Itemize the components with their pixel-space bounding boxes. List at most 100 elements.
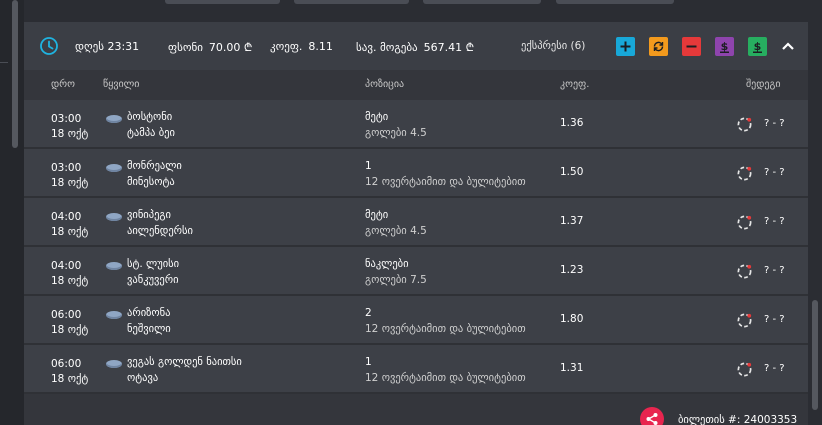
header-result: შედეგი [746,79,781,90]
share-icon [646,413,658,425]
event-time: 06:00 18 ოქტ [51,357,88,387]
pick: 1 [365,160,372,172]
away-team: ნეშვილი [127,323,171,335]
score: ? - ? [764,363,785,374]
possible-win: სავ. მოგება 567.41 ₾ [356,40,474,55]
pending-status-icon [737,264,752,279]
pending-status-icon [737,313,752,328]
time: 06:00 [51,309,82,321]
left-scroll-thumb[interactable] [12,0,18,148]
share-button[interactable] [640,407,664,425]
plus-icon [620,41,631,52]
market: 12 ოვერტაიმით და ბულიტებით [365,323,526,335]
time: 03:00 [51,113,82,125]
top-button[interactable] [423,0,541,4]
event-teams[interactable]: ვეგას გოლდენ ნაითსი ოტავა [127,354,242,386]
clock-icon [40,37,58,55]
event-teams[interactable]: მონრეალი მინესოტა [127,158,182,190]
selection-odds: 1.31 [560,362,584,374]
possible-win-value: 567.41 ₾ [423,41,475,54]
away-team: ვანკუვერი [127,274,179,286]
right-scroll-thumb[interactable] [812,300,818,410]
ticket-date: დღეს 23:31 [75,40,140,53]
header-time: დრო [51,79,75,90]
selection: 2 12 ოვერტაიმით და ბულიტებით [365,305,526,337]
bet-type: ექსპრესი (6) [521,40,586,52]
dollar-icon: $ [720,40,729,53]
hockey-puck-icon [106,262,122,270]
event-teams[interactable]: ვინიპეგი აილენდერსი [127,207,193,239]
top-button[interactable] [165,0,280,4]
date: 18 ოქტ [51,177,89,189]
market: 12 ოვერტაიმით და ბულიტებით [365,176,526,188]
pick: 1 [365,356,372,368]
event-time: 04:00 18 ოქტ [51,259,88,289]
home-team: მონრეალი [127,160,182,172]
table-row: 04:00 18 ოქტ სტ. ლუისი ვანკუვერი ნაკლები გო… [24,247,808,296]
selection: 1 12 ოვერტაიმით და ბულიტებით [365,354,526,386]
table-header: დრო წყვილი პოზიცია კოეფ. შედეგი [24,70,808,98]
event-time: 03:00 18 ოქტ [51,112,88,142]
pending-status-icon [737,117,752,132]
selection-odds: 1.80 [560,313,584,325]
selection: ნაკლები გოლები 7.5 [365,256,427,288]
selection: მეტი გოლები 4.5 [365,207,427,239]
event-time: 03:00 18 ოქტ [51,161,88,191]
refresh-icon [653,41,664,52]
cashout-button[interactable]: $ [748,37,767,56]
score: ? - ? [764,314,785,325]
table-row: 03:00 18 ოქტ ბოსტონი ტამპა ბეი მეტი გოლები … [24,100,808,149]
selection-odds: 1.50 [560,166,584,178]
ticket-summary-bar[interactable]: დღეს 23:31 ფსონი 70.00 ₾ კოეფ. 8.11 სავ. მ… [24,22,808,70]
selection-odds: 1.23 [560,264,584,276]
odds-value: 8.11 [308,40,333,53]
refresh-button[interactable] [649,37,668,56]
hockey-puck-icon [106,164,122,172]
pick: მეტი [365,111,389,123]
event-teams[interactable]: ბოსტონი ტამპა ბეი [127,109,175,141]
partial-cashout-button[interactable]: $ [715,37,734,56]
selection-odds: 1.36 [560,117,584,129]
hockey-puck-icon [106,115,122,123]
ticket-footer: ბილეთის #: 24003353 [24,402,808,425]
selection: მეტი გოლები 4.5 [365,109,427,141]
stake: ფსონი 70.00 ₾ [168,40,252,55]
pending-status-icon [737,215,752,230]
svg-text:$: $ [754,40,762,53]
bet-history-page: დღეს 23:31 ფსონი 70.00 ₾ კოეფ. 8.11 სავ. მ… [0,0,822,425]
pick: მეტი [365,209,389,221]
top-button[interactable] [556,0,674,4]
top-strip [0,0,822,22]
hockey-puck-icon [106,360,122,368]
event-teams[interactable]: არიზონა ნეშვილი [127,305,171,337]
score: ? - ? [764,265,785,276]
table-row: 06:00 18 ოქტ არიზონა ნეშვილი 2 12 ოვერტაიმი… [24,296,808,345]
home-team: ბოსტონი [127,111,173,123]
hockey-puck-icon [106,213,122,221]
remove-button[interactable] [682,37,701,56]
home-team: ვეგას გოლდენ ნაითსი [127,356,242,368]
left-scrollbar[interactable] [0,0,24,425]
event-time: 04:00 18 ოქტ [51,210,88,240]
score: ? - ? [764,118,785,129]
selections-table: 03:00 18 ოქტ ბოსტონი ტამპა ბეი მეტი გოლები … [24,100,808,394]
right-scrollbar[interactable] [806,0,822,425]
pick: ნაკლები [365,258,409,270]
away-team: ტამპა ბეი [127,127,175,139]
top-button[interactable] [294,0,409,4]
divider [0,62,8,63]
time: 06:00 [51,358,82,370]
market: გოლები 4.5 [365,127,427,139]
selection-odds: 1.37 [560,215,584,227]
score: ? - ? [764,167,785,178]
market: გოლები 4.5 [365,225,427,237]
event-teams[interactable]: სტ. ლუისი ვანკუვერი [127,256,179,288]
date: 18 ოქტ [51,373,89,385]
date: 18 ოქტ [51,324,89,336]
chevron-up-icon[interactable] [778,36,798,56]
pending-status-icon [737,166,752,181]
date: 18 ოქტ [51,128,89,140]
market: გოლები 7.5 [365,274,427,286]
add-button[interactable] [616,37,635,56]
bet-ticket-panel: დღეს 23:31 ფსონი 70.00 ₾ კოეფ. 8.11 სავ. მ… [24,22,808,425]
